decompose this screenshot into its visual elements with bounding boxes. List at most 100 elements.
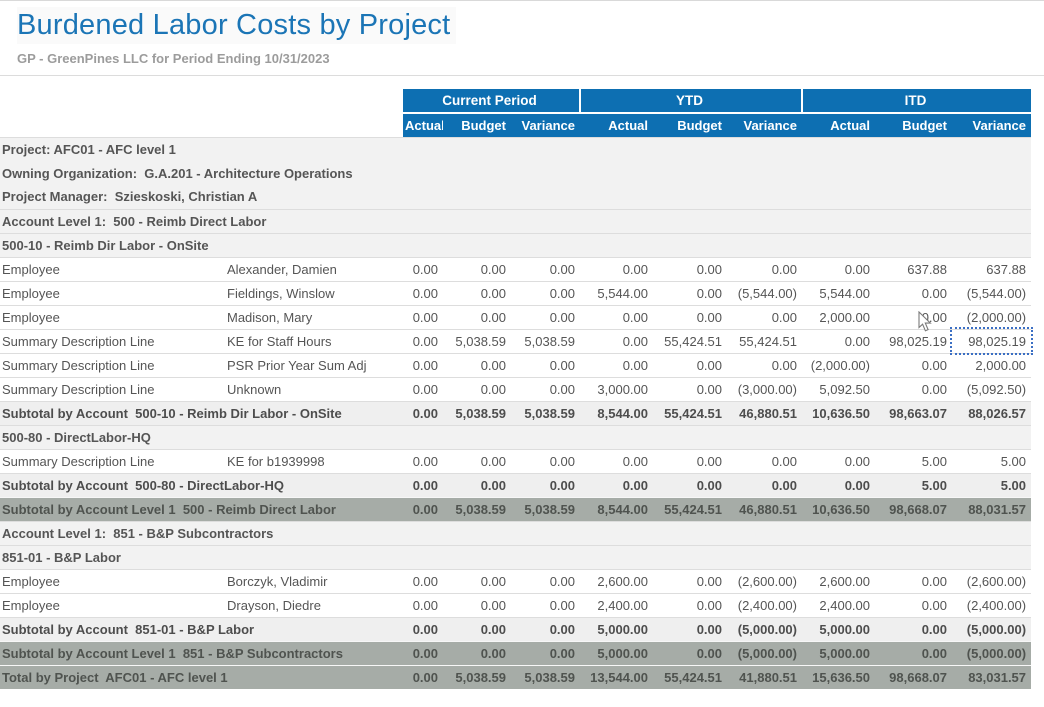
value-cell[interactable]: 98,668.07 [875,497,952,521]
value-cell[interactable]: 5,544.00 [580,281,653,305]
value-cell[interactable]: 55,424.51 [727,329,802,353]
value-cell[interactable]: (2,000.00) [802,353,875,377]
value-cell[interactable]: 5,038.59 [443,401,511,425]
value-cell[interactable]: 3,000.00 [580,377,653,401]
value-cell[interactable]: 0.00 [802,473,875,497]
value-cell[interactable]: 0.00 [727,305,802,329]
value-cell[interactable]: (2,600.00) [952,569,1031,593]
value-cell[interactable]: 10,636.50 [802,401,875,425]
value-cell[interactable]: (5,000.00) [952,641,1031,665]
value-cell[interactable]: 5,092.50 [802,377,875,401]
value-cell[interactable]: 0.00 [653,353,727,377]
value-cell[interactable]: (2,600.00) [727,569,802,593]
value-cell[interactable]: 0.00 [403,329,443,353]
value-cell[interactable]: 55,424.51 [653,497,727,521]
value-cell[interactable]: 0.00 [511,593,580,617]
value-cell[interactable]: (2,400.00) [727,593,802,617]
value-cell[interactable]: (2,400.00) [952,593,1031,617]
value-cell[interactable]: 0.00 [511,449,580,473]
value-cell[interactable]: 0.00 [443,593,511,617]
value-cell[interactable]: 0.00 [443,617,511,641]
value-cell[interactable]: 0.00 [727,257,802,281]
value-cell[interactable]: (3,000.00) [727,377,802,401]
value-cell[interactable]: 0.00 [403,593,443,617]
value-cell[interactable]: 2,400.00 [802,593,875,617]
value-cell[interactable]: 0.00 [653,569,727,593]
value-cell[interactable]: 0.00 [403,305,443,329]
focused-cell[interactable]: 98,025.19 [952,329,1031,353]
value-cell[interactable]: 5.00 [952,449,1031,473]
value-cell[interactable]: 55,424.51 [653,665,727,689]
value-cell[interactable]: 0.00 [653,449,727,473]
value-cell[interactable]: 13,544.00 [580,665,653,689]
value-cell[interactable]: (5,544.00) [952,281,1031,305]
value-cell[interactable]: 0.00 [443,353,511,377]
value-cell[interactable]: 46,880.51 [727,497,802,521]
value-cell[interactable]: 0.00 [443,257,511,281]
value-cell[interactable]: 5,038.59 [511,401,580,425]
value-cell[interactable]: 0.00 [443,641,511,665]
value-cell[interactable]: 0.00 [653,377,727,401]
value-cell[interactable]: 0.00 [403,569,443,593]
value-cell[interactable]: 88,031.57 [952,497,1031,521]
value-cell[interactable]: 2,000.00 [802,305,875,329]
value-cell[interactable]: 0.00 [511,305,580,329]
value-cell[interactable]: 0.00 [403,281,443,305]
value-cell[interactable]: 0.00 [802,329,875,353]
value-cell[interactable]: 0.00 [443,569,511,593]
value-cell[interactable]: 0.00 [403,401,443,425]
value-cell[interactable]: 2,400.00 [580,593,653,617]
value-cell[interactable]: 0.00 [511,617,580,641]
value-cell[interactable]: 83,031.57 [952,665,1031,689]
value-cell[interactable]: 0.00 [875,353,952,377]
value-cell[interactable]: 5,038.59 [511,497,580,521]
value-cell[interactable]: 0.00 [727,353,802,377]
value-cell[interactable]: 8,544.00 [580,497,653,521]
value-cell[interactable]: 0.00 [580,257,653,281]
value-cell[interactable]: 5,000.00 [802,617,875,641]
value-cell[interactable]: 0.00 [580,305,653,329]
value-cell[interactable]: 5,038.59 [443,665,511,689]
value-cell[interactable]: 0.00 [653,281,727,305]
value-cell[interactable]: 637.88 [952,257,1031,281]
value-cell[interactable]: (5,544.00) [727,281,802,305]
value-cell[interactable]: 5.00 [875,473,952,497]
value-cell[interactable]: 0.00 [511,377,580,401]
value-cell[interactable]: 0.00 [653,305,727,329]
value-cell[interactable]: 0.00 [875,305,952,329]
value-cell[interactable]: 0.00 [875,569,952,593]
value-cell[interactable]: 0.00 [727,473,802,497]
value-cell[interactable]: 0.00 [403,665,443,689]
value-cell[interactable]: 0.00 [802,449,875,473]
value-cell[interactable]: (5,000.00) [727,641,802,665]
value-cell[interactable]: 55,424.51 [653,401,727,425]
value-cell[interactable]: 0.00 [403,641,443,665]
value-cell[interactable]: 0.00 [580,353,653,377]
value-cell[interactable]: 5,038.59 [443,329,511,353]
value-cell[interactable]: 0.00 [443,377,511,401]
value-cell[interactable]: 5.00 [875,449,952,473]
value-cell[interactable]: (2,000.00) [952,305,1031,329]
value-cell[interactable]: 5,038.59 [511,329,580,353]
value-cell[interactable]: 98,663.07 [875,401,952,425]
value-cell[interactable]: (5,000.00) [952,617,1031,641]
value-cell[interactable]: 0.00 [875,593,952,617]
value-cell[interactable]: 0.00 [443,473,511,497]
value-cell[interactable]: 0.00 [875,377,952,401]
value-cell[interactable]: 98,668.07 [875,665,952,689]
value-cell[interactable]: 2,600.00 [802,569,875,593]
value-cell[interactable]: 0.00 [511,257,580,281]
value-cell[interactable]: 0.00 [653,473,727,497]
value-cell[interactable]: 0.00 [511,641,580,665]
value-cell[interactable]: 5,038.59 [443,497,511,521]
value-cell[interactable]: 46,880.51 [727,401,802,425]
value-cell[interactable]: 98,025.19 [875,329,952,353]
value-cell[interactable]: 0.00 [403,353,443,377]
value-cell[interactable]: 41,880.51 [727,665,802,689]
value-cell[interactable]: 5,000.00 [580,617,653,641]
value-cell[interactable]: 0.00 [580,449,653,473]
value-cell[interactable]: 5,038.59 [511,665,580,689]
value-cell[interactable]: 637.88 [875,257,952,281]
value-cell[interactable]: 5,000.00 [802,641,875,665]
value-cell[interactable]: 8,544.00 [580,401,653,425]
